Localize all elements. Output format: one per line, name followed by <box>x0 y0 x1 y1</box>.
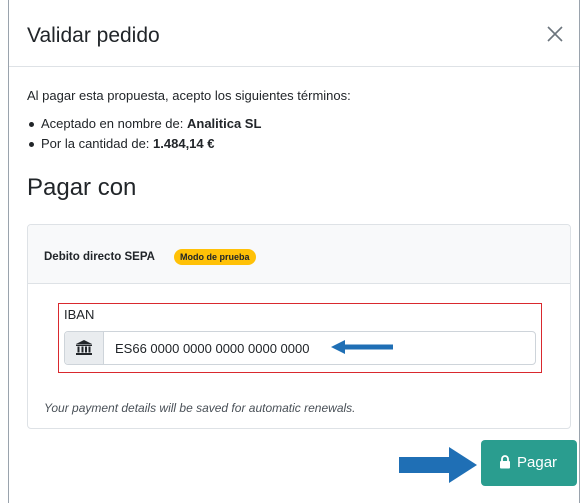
payment-method-label: Debito directo SEPA <box>44 251 155 263</box>
close-icon[interactable] <box>543 22 567 46</box>
pay-button-label: Pagar <box>517 454 558 471</box>
iban-input[interactable] <box>105 332 525 364</box>
payment-method-header[interactable]: Debito directo SEPA Modo de prueba <box>28 225 570 284</box>
amount-label: Por la cantidad de: <box>41 136 154 151</box>
modal-header: Validar pedido <box>9 0 579 67</box>
annotation-arrow-pay <box>399 447 477 483</box>
annotation-arrow-iban <box>331 340 393 354</box>
accepted-on-behalf-label: Aceptado en nombre de: <box>41 116 187 131</box>
iban-input-group <box>64 331 536 365</box>
save-details-note: Your payment details will be saved for a… <box>44 401 356 415</box>
company-name: Analitica SL <box>187 116 262 131</box>
payment-method-card: Debito directo SEPA Modo de prueba IBAN … <box>27 224 571 429</box>
bank-icon <box>65 332 104 364</box>
amount-value: 1.484,14 € <box>153 136 215 151</box>
lock-icon <box>499 455 511 473</box>
list-item: Por la cantidad de: 1.484,14 € <box>27 134 261 154</box>
pay-button[interactable]: Pagar <box>481 440 577 486</box>
list-item: Aceptado en nombre de: Analitica SL <box>27 114 261 134</box>
modal-title: Validar pedido <box>27 24 160 47</box>
test-mode-badge: Modo de prueba <box>174 249 256 265</box>
iban-label: IBAN <box>64 307 95 322</box>
terms-intro: Al pagar esta propuesta, acepto los sigu… <box>27 88 351 103</box>
terms-list: Aceptado en nombre de: Analitica SL Por … <box>27 114 261 154</box>
validate-order-modal: Validar pedido Al pagar esta propuesta, … <box>8 0 580 503</box>
pay-with-heading: Pagar con <box>27 174 137 201</box>
